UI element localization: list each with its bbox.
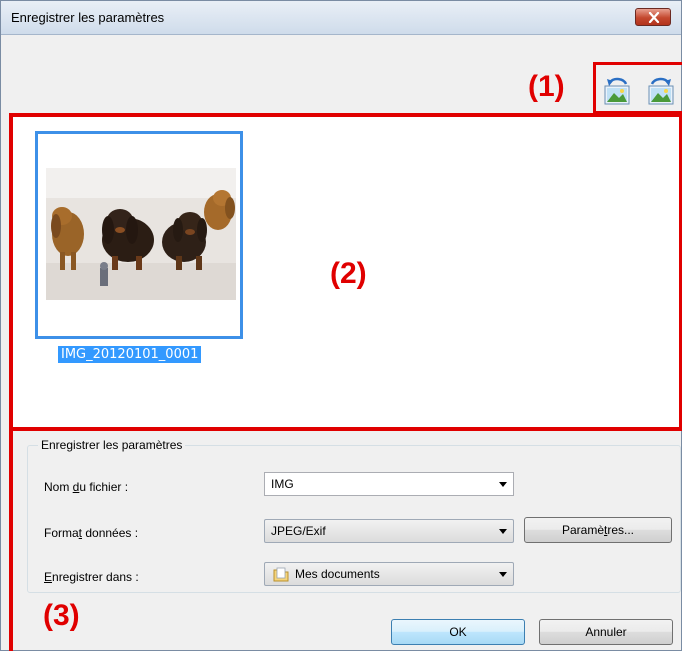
thumbnail-image	[46, 168, 236, 300]
save-in-value: Mes documents	[295, 567, 380, 581]
save-in-label: Enregistrer dans :	[44, 570, 139, 584]
rotate-left-button[interactable]	[602, 75, 634, 107]
chevron-down-icon	[499, 529, 507, 534]
close-button[interactable]	[635, 8, 671, 26]
rotate-left-icon	[604, 77, 630, 105]
close-icon	[648, 12, 660, 23]
title-bar: Enregistrer les paramètres	[1, 1, 681, 35]
parameters-button[interactable]: Paramètres...	[524, 517, 672, 543]
settings-panel: Enregistrer les paramètres Nom du fichie…	[9, 431, 682, 651]
data-format-label: Format données :	[44, 526, 139, 540]
rotate-right-icon	[648, 77, 674, 105]
save-settings-group: Enregistrer les paramètres Nom du fichie…	[27, 438, 681, 593]
dialog-title: Enregistrer les paramètres	[11, 10, 165, 25]
callout-label-2: (2)	[330, 257, 367, 290]
thumbnail-card[interactable]	[35, 131, 243, 339]
data-format-value: JPEG/Exif	[271, 524, 326, 538]
save-in-select[interactable]: Mes documents	[264, 562, 514, 586]
save-settings-dialog: Enregistrer les paramètres (1) IMG_20120…	[0, 0, 682, 651]
folder-icon	[273, 567, 289, 582]
dogs-photo	[46, 168, 236, 300]
ok-button[interactable]: OK	[391, 619, 525, 645]
chevron-down-icon	[499, 482, 507, 487]
rotate-right-button[interactable]	[644, 75, 676, 107]
thumbnail-area: IMG_20120101_0001 (2)	[9, 113, 682, 431]
file-name-label: Nom du fichier :	[44, 480, 129, 494]
callout-label-1: (1)	[528, 70, 565, 103]
thumbnail-filename[interactable]: IMG_20120101_0001	[58, 346, 202, 363]
rotate-toolbar	[593, 62, 682, 114]
data-format-select[interactable]: JPEG/Exif	[264, 519, 514, 543]
file-name-combo[interactable]: IMG	[264, 472, 514, 496]
file-name-value: IMG	[271, 477, 294, 491]
group-title: Enregistrer les paramètres	[38, 438, 186, 452]
callout-label-3: (3)	[43, 599, 80, 632]
chevron-down-icon	[499, 572, 507, 577]
cancel-button[interactable]: Annuler	[539, 619, 673, 645]
